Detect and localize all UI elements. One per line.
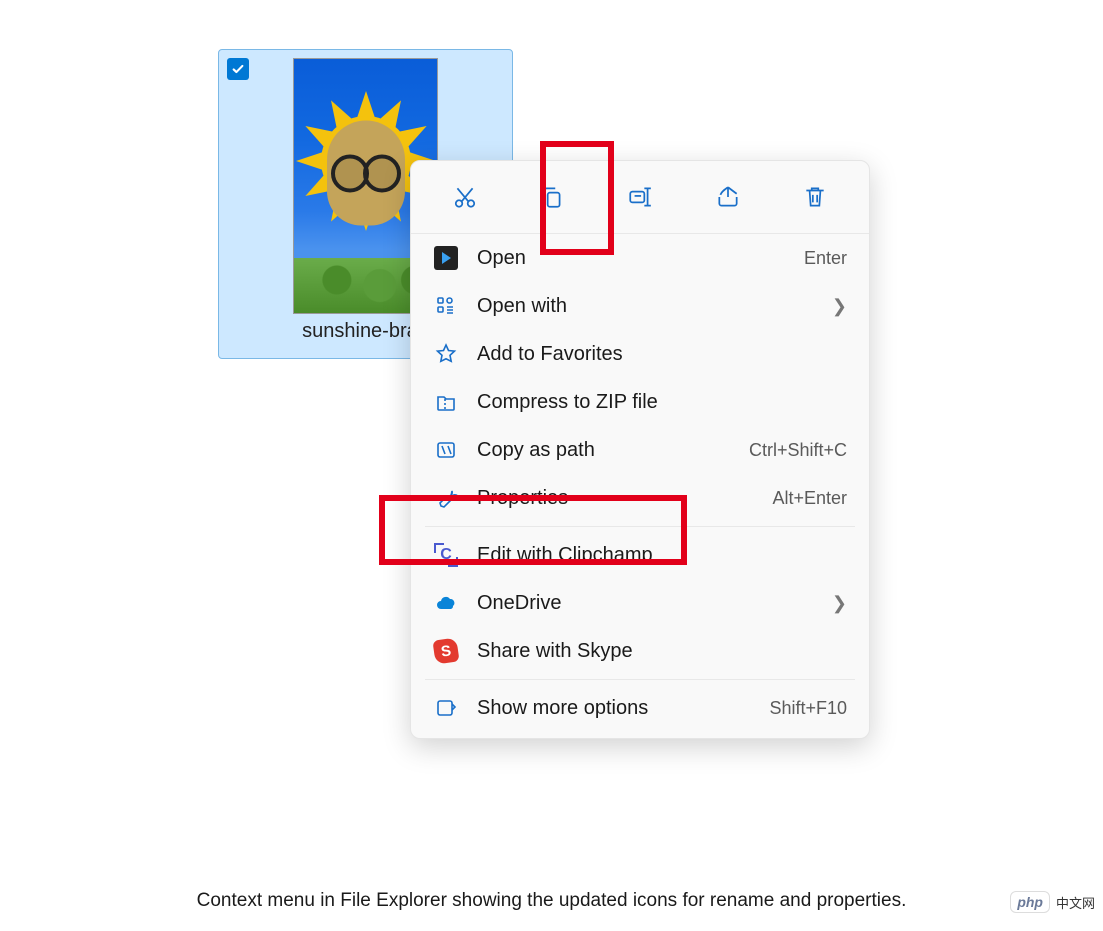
open-with-icon [433, 293, 459, 319]
menu-shortcut: Alt+Enter [772, 488, 847, 509]
menu-label: Edit with Clipchamp [477, 544, 847, 567]
menu-label: Properties [477, 487, 754, 510]
cut-button[interactable] [447, 179, 483, 215]
menu-shortcut: Enter [804, 248, 847, 269]
open-app-icon [433, 245, 459, 271]
onedrive-icon [433, 590, 459, 616]
menu-item-onedrive[interactable]: OneDrive ❯ [411, 579, 869, 627]
context-menu: Open Enter Open with ❯ Add to Favorites … [410, 160, 870, 739]
menu-separator [425, 679, 855, 680]
watermark: php 中文网 [1010, 891, 1095, 913]
menu-shortcut: Shift+F10 [769, 698, 847, 719]
menu-label: Add to Favorites [477, 343, 847, 366]
clipchamp-icon: C [433, 542, 459, 568]
rename-button[interactable] [622, 179, 658, 215]
copy-icon [539, 184, 565, 210]
menu-item-properties[interactable]: Properties Alt+Enter [411, 474, 869, 522]
properties-icon [433, 485, 459, 511]
watermark-text: 中文网 [1056, 893, 1095, 912]
delete-icon [802, 184, 828, 210]
menu-item-copy-as-path[interactable]: Copy as path Ctrl+Shift+C [411, 426, 869, 474]
context-menu-toolbar [411, 161, 869, 234]
checkmark-icon [231, 62, 245, 76]
caption-text: Context menu in File Explorer showing th… [0, 890, 1103, 912]
menu-label: OneDrive [477, 592, 814, 615]
menu-shortcut: Ctrl+Shift+C [749, 440, 847, 461]
menu-label: Copy as path [477, 439, 731, 462]
menu-item-edit-clipchamp[interactable]: C Edit with Clipchamp [411, 531, 869, 579]
menu-item-show-more-options[interactable]: Show more options Shift+F10 [411, 684, 869, 732]
watermark-badge: php [1010, 891, 1050, 913]
share-button[interactable] [710, 179, 746, 215]
menu-item-open-with[interactable]: Open with ❯ [411, 282, 869, 330]
zip-icon [433, 389, 459, 415]
menu-label: Show more options [477, 697, 751, 720]
menu-item-compress-zip[interactable]: Compress to ZIP file [411, 378, 869, 426]
skype-icon: S [433, 638, 459, 664]
copy-path-icon [433, 437, 459, 463]
menu-label: Share with Skype [477, 640, 847, 663]
menu-label: Open [477, 247, 786, 270]
menu-item-share-skype[interactable]: S Share with Skype [411, 627, 869, 675]
menu-separator [425, 526, 855, 527]
rename-icon [627, 184, 653, 210]
cut-icon [452, 184, 478, 210]
chevron-right-icon: ❯ [832, 296, 847, 317]
menu-label: Open with [477, 295, 814, 318]
favorite-icon [433, 341, 459, 367]
menu-label: Compress to ZIP file [477, 391, 847, 414]
copy-button[interactable] [534, 179, 570, 215]
chevron-right-icon: ❯ [832, 593, 847, 614]
more-icon [433, 695, 459, 721]
delete-button[interactable] [797, 179, 833, 215]
menu-item-open[interactable]: Open Enter [411, 234, 869, 282]
menu-item-add-to-favorites[interactable]: Add to Favorites [411, 330, 869, 378]
share-icon [715, 184, 741, 210]
file-selected-checkbox[interactable] [227, 58, 249, 80]
